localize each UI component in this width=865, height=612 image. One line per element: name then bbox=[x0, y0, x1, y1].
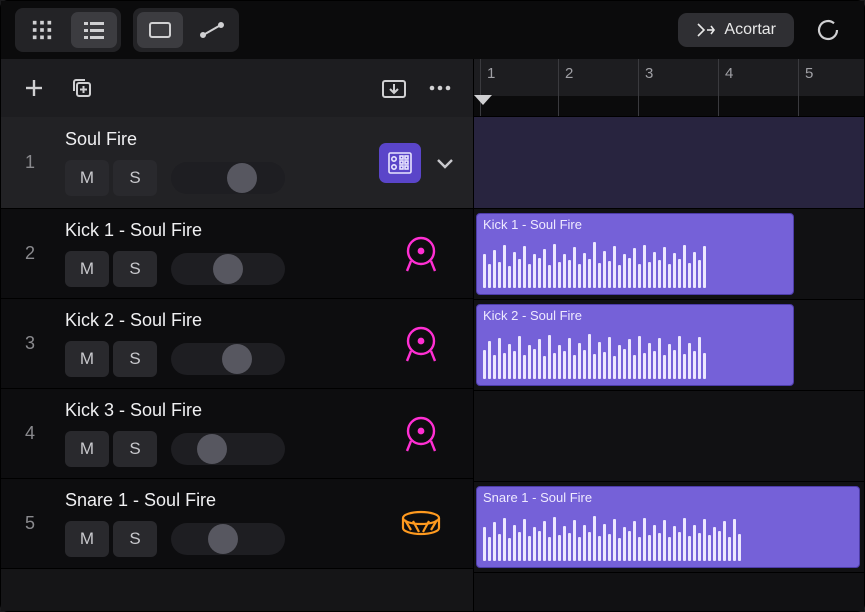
instrument-icon[interactable] bbox=[379, 143, 421, 183]
acortar-label: Acortar bbox=[724, 21, 776, 39]
track-name: Snare 1 - Soul Fire bbox=[65, 490, 363, 511]
midi-region[interactable]: Kick 2 - Soul Fire bbox=[476, 304, 794, 386]
acortar-button[interactable]: Acortar bbox=[678, 13, 794, 47]
midi-notes bbox=[483, 240, 787, 288]
track-row[interactable]: 4 Kick 3 - Soul Fire M S bbox=[1, 389, 473, 479]
timeline-row[interactable]: Kick 1 - Soul Fire bbox=[474, 209, 864, 300]
kick-drum-icon bbox=[401, 415, 441, 453]
duplicate-track-button[interactable] bbox=[67, 73, 97, 103]
sync-button[interactable] bbox=[806, 10, 850, 50]
solo-button[interactable]: S bbox=[113, 431, 157, 467]
playhead-icon[interactable] bbox=[474, 95, 492, 105]
region-label: Kick 1 - Soul Fire bbox=[477, 214, 793, 235]
mute-button[interactable]: M bbox=[65, 341, 109, 377]
midi-notes bbox=[483, 513, 853, 561]
chevron-down-icon[interactable] bbox=[427, 145, 463, 181]
solo-button[interactable]: S bbox=[113, 521, 157, 557]
ruler-label: 4 bbox=[725, 65, 733, 82]
track-number: 4 bbox=[1, 389, 59, 478]
track-number: 5 bbox=[1, 479, 59, 568]
region-mode-button[interactable] bbox=[137, 12, 183, 48]
solo-button[interactable]: S bbox=[113, 251, 157, 287]
volume-slider[interactable] bbox=[171, 162, 285, 194]
timeline-row[interactable]: Kick 2 - Soul Fire bbox=[474, 300, 864, 391]
timeline: 1 2 3 4 5 Kick 1 - Soul Fire Kick 2 - So… bbox=[474, 59, 864, 611]
region-label: Kick 2 - Soul Fire bbox=[477, 305, 793, 326]
midi-region[interactable]: Snare 1 - Soul Fire bbox=[476, 486, 860, 568]
track-row[interactable]: 2 Kick 1 - Soul Fire M S bbox=[1, 209, 473, 299]
more-options-button[interactable] bbox=[425, 73, 455, 103]
region-label: Snare 1 - Soul Fire bbox=[477, 487, 859, 508]
track-name: Kick 3 - Soul Fire bbox=[65, 400, 363, 421]
volume-slider[interactable] bbox=[171, 433, 285, 465]
track-name: Kick 2 - Soul Fire bbox=[65, 310, 363, 331]
add-track-button[interactable] bbox=[19, 73, 49, 103]
midi-region[interactable]: Kick 1 - Soul Fire bbox=[476, 213, 794, 295]
track-row[interactable]: 3 Kick 2 - Soul Fire M S bbox=[1, 299, 473, 389]
volume-slider[interactable] bbox=[171, 523, 285, 555]
list-view-button[interactable] bbox=[71, 12, 117, 48]
import-button[interactable] bbox=[379, 73, 409, 103]
timeline-row-group[interactable] bbox=[474, 117, 864, 209]
ruler-label: 5 bbox=[805, 65, 813, 82]
solo-button[interactable]: S bbox=[113, 160, 157, 196]
snare-drum-icon bbox=[399, 508, 443, 540]
view-mode-group bbox=[15, 8, 121, 52]
track-row-group[interactable]: 1 Soul Fire M S bbox=[1, 117, 473, 209]
track-list-panel: 1 Soul Fire M S bbox=[1, 59, 474, 611]
volume-slider[interactable] bbox=[171, 253, 285, 285]
merge-icon bbox=[696, 21, 716, 39]
track-number: 1 bbox=[1, 117, 59, 208]
ruler-label: 1 bbox=[487, 65, 495, 82]
track-name: Soul Fire bbox=[65, 129, 363, 150]
mute-button[interactable]: M bbox=[65, 431, 109, 467]
timeline-ruler[interactable]: 1 2 3 4 5 bbox=[474, 59, 864, 117]
midi-notes bbox=[483, 331, 787, 379]
track-list-header bbox=[1, 59, 473, 117]
grid-view-button[interactable] bbox=[19, 12, 65, 48]
mute-button[interactable]: M bbox=[65, 251, 109, 287]
track-row[interactable]: 5 Snare 1 - Soul Fire M S bbox=[1, 479, 473, 569]
ruler-label: 2 bbox=[565, 65, 573, 82]
mute-button[interactable]: M bbox=[65, 160, 109, 196]
solo-button[interactable]: S bbox=[113, 341, 157, 377]
top-toolbar: Acortar bbox=[1, 1, 864, 59]
track-number: 2 bbox=[1, 209, 59, 298]
mute-button[interactable]: M bbox=[65, 521, 109, 557]
kick-drum-icon bbox=[401, 235, 441, 273]
timeline-row[interactable] bbox=[474, 391, 864, 482]
main-area: 1 Soul Fire M S bbox=[1, 59, 864, 611]
edit-mode-group bbox=[133, 8, 239, 52]
timeline-row[interactable]: Snare 1 - Soul Fire bbox=[474, 482, 864, 573]
track-name: Kick 1 - Soul Fire bbox=[65, 220, 363, 241]
automation-mode-button[interactable] bbox=[189, 12, 235, 48]
kick-drum-icon bbox=[401, 325, 441, 363]
volume-slider[interactable] bbox=[171, 343, 285, 375]
track-number: 3 bbox=[1, 299, 59, 388]
ruler-label: 3 bbox=[645, 65, 653, 82]
